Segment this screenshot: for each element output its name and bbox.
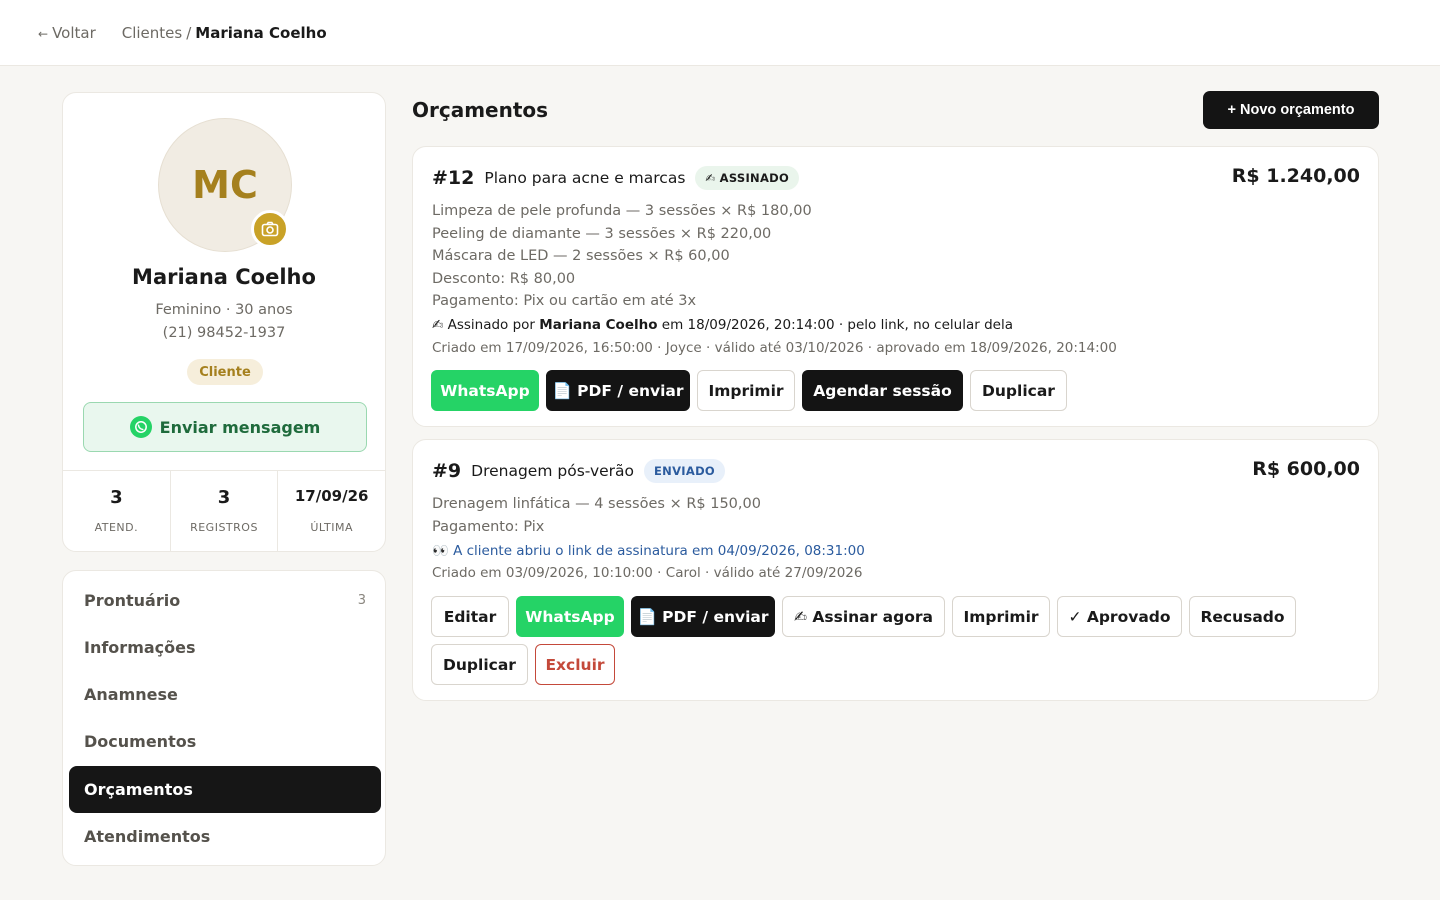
- quote-card: #9 Drenagem pós-verão ENVIADO R$ 600,00 …: [412, 439, 1379, 701]
- stat-value: 3: [110, 487, 123, 508]
- rejected-button[interactable]: Recusado: [1189, 596, 1296, 637]
- send-message-button[interactable]: Enviar mensagem: [83, 402, 367, 452]
- whatsapp-icon: [129, 416, 152, 438]
- whatsapp-button[interactable]: WhatsApp: [431, 370, 539, 411]
- breadcrumb: Clientes / Mariana Coelho: [122, 24, 327, 42]
- link-opened-note: 👀 A cliente abriu o link de assinatura e…: [432, 543, 865, 559]
- stat-last: 17/09/26 ÚLTIMA: [278, 471, 385, 551]
- quote-header: #12 Plano para acne e marcas ✍ ASSINADO: [432, 166, 800, 190]
- profile-card: MC Mariana Coelho Feminino · 30 anos (21…: [62, 92, 386, 552]
- sign-now-button[interactable]: ✍ Assinar agora: [782, 596, 945, 637]
- status-badge: ✍ ASSINADO: [695, 166, 800, 190]
- whatsapp-button[interactable]: WhatsApp: [516, 596, 624, 637]
- client-phone: (21) 98452-1937: [162, 325, 286, 341]
- quote-header: #9 Drenagem pós-verão ENVIADO: [432, 459, 725, 483]
- client-gender-age: Feminino · 30 anos: [155, 302, 293, 318]
- breadcrumb-clients[interactable]: Clientes: [122, 24, 182, 42]
- breadcrumb-current: Mariana Coelho: [195, 23, 327, 42]
- back-arrow-icon: ←: [38, 26, 49, 41]
- quote-meta: Criado em 17/09/2026, 16:50:00 · Joyce ·…: [432, 340, 1117, 356]
- stat-records: 3 REGISTROS: [171, 471, 279, 551]
- stat-label: ÚLTIMA: [310, 521, 353, 534]
- new-quote-button[interactable]: + Novo orçamento: [1203, 91, 1379, 129]
- section-menu: Prontuário 3 Informações Anamnese Docume…: [62, 570, 386, 866]
- quote-line: Pagamento: Pix ou cartão em até 3x: [432, 293, 697, 309]
- quote-line: Limpeza de pele profunda — 3 sessões × R…: [432, 203, 812, 219]
- print-button[interactable]: Imprimir: [952, 596, 1050, 637]
- quote-number: #12: [432, 167, 475, 189]
- quote-meta: Criado em 03/09/2026, 10:10:00 · Carol ·…: [432, 565, 863, 581]
- breadcrumb-separator: /: [186, 23, 192, 42]
- quote-line: Desconto: R$ 80,00: [432, 271, 576, 287]
- page-title: Orçamentos: [412, 98, 549, 122]
- stat-value: 17/09/26: [294, 487, 369, 505]
- approved-button[interactable]: ✓ Aprovado: [1057, 596, 1182, 637]
- pdf-send-button[interactable]: 📄 PDF / enviar: [546, 370, 690, 411]
- quote-number: #9: [432, 460, 462, 482]
- quote-line: Pagamento: Pix: [432, 519, 545, 535]
- client-name: Mariana Coelho: [132, 265, 316, 289]
- quote-card: #12 Plano para acne e marcas ✍ ASSINADO …: [412, 146, 1379, 427]
- menu-item-label: Prontuário: [84, 591, 181, 610]
- menu-item-label: Documentos: [84, 732, 197, 751]
- delete-button[interactable]: Excluir: [535, 644, 615, 685]
- stat-label: ATEND.: [94, 521, 139, 534]
- quote-line: Peeling de diamante — 3 sessões × R$ 220…: [432, 226, 772, 242]
- top-bar: ← Voltar Clientes / Mariana Coelho: [0, 0, 1440, 66]
- quote-line: Drenagem linfática — 4 sessões × R$ 150,…: [432, 496, 761, 512]
- menu-item-label: Orçamentos: [84, 780, 193, 799]
- signature-details: em 18/09/2026, 20:14:00 · pelo link, no …: [657, 317, 1013, 333]
- change-photo-button[interactable]: [251, 210, 289, 248]
- menu-item-documentos[interactable]: Documentos: [69, 718, 381, 765]
- camera-icon: [261, 221, 279, 237]
- print-button[interactable]: Imprimir: [697, 370, 795, 411]
- quote-price: R$ 600,00: [1252, 458, 1360, 480]
- menu-item-label: Atendimentos: [84, 827, 211, 846]
- edit-button[interactable]: Editar: [431, 596, 509, 637]
- client-badge: Cliente: [187, 359, 263, 385]
- signature-prefix: ✍ Assinado por: [432, 317, 540, 333]
- signature-note: ✍ Assinado por Mariana Coelho em 18/09/2…: [432, 317, 1013, 333]
- quote-title: Plano para acne e marcas: [484, 169, 686, 187]
- client-stats: 3 ATEND. 3 REGISTROS 17/09/26 ÚLTIMA: [63, 470, 385, 551]
- menu-item-label: Informações: [84, 638, 196, 657]
- menu-item-prontuario[interactable]: Prontuário 3: [69, 577, 381, 624]
- schedule-session-button[interactable]: Agendar sessão: [802, 370, 963, 411]
- duplicate-button[interactable]: Duplicar: [431, 644, 528, 685]
- send-message-label: Enviar mensagem: [159, 417, 321, 437]
- stat-label: REGISTROS: [190, 521, 258, 534]
- stat-value: 3: [217, 487, 231, 508]
- quote-price: R$ 1.240,00: [1231, 165, 1360, 187]
- status-badge: ENVIADO: [644, 459, 725, 483]
- menu-item-label: Anamnese: [84, 685, 178, 704]
- menu-item-anamnese[interactable]: Anamnese: [69, 671, 381, 718]
- back-link[interactable]: ← Voltar: [38, 24, 96, 42]
- pdf-send-button[interactable]: 📄 PDF / enviar: [631, 596, 775, 637]
- signer-name: Mariana Coelho: [539, 317, 658, 333]
- menu-item-orcamentos[interactable]: Orçamentos: [69, 766, 381, 813]
- stat-appointments: 3 ATEND.: [63, 471, 171, 551]
- quote-line: Máscara de LED — 2 sessões × R$ 60,00: [432, 248, 730, 264]
- quote-title: Drenagem pós-verão: [471, 462, 635, 480]
- back-label: Voltar: [52, 23, 96, 42]
- menu-item-informacoes[interactable]: Informações: [69, 624, 381, 671]
- menu-item-atendimentos[interactable]: Atendimentos: [69, 813, 381, 860]
- duplicate-button[interactable]: Duplicar: [970, 370, 1067, 411]
- menu-item-count: 3: [357, 593, 366, 608]
